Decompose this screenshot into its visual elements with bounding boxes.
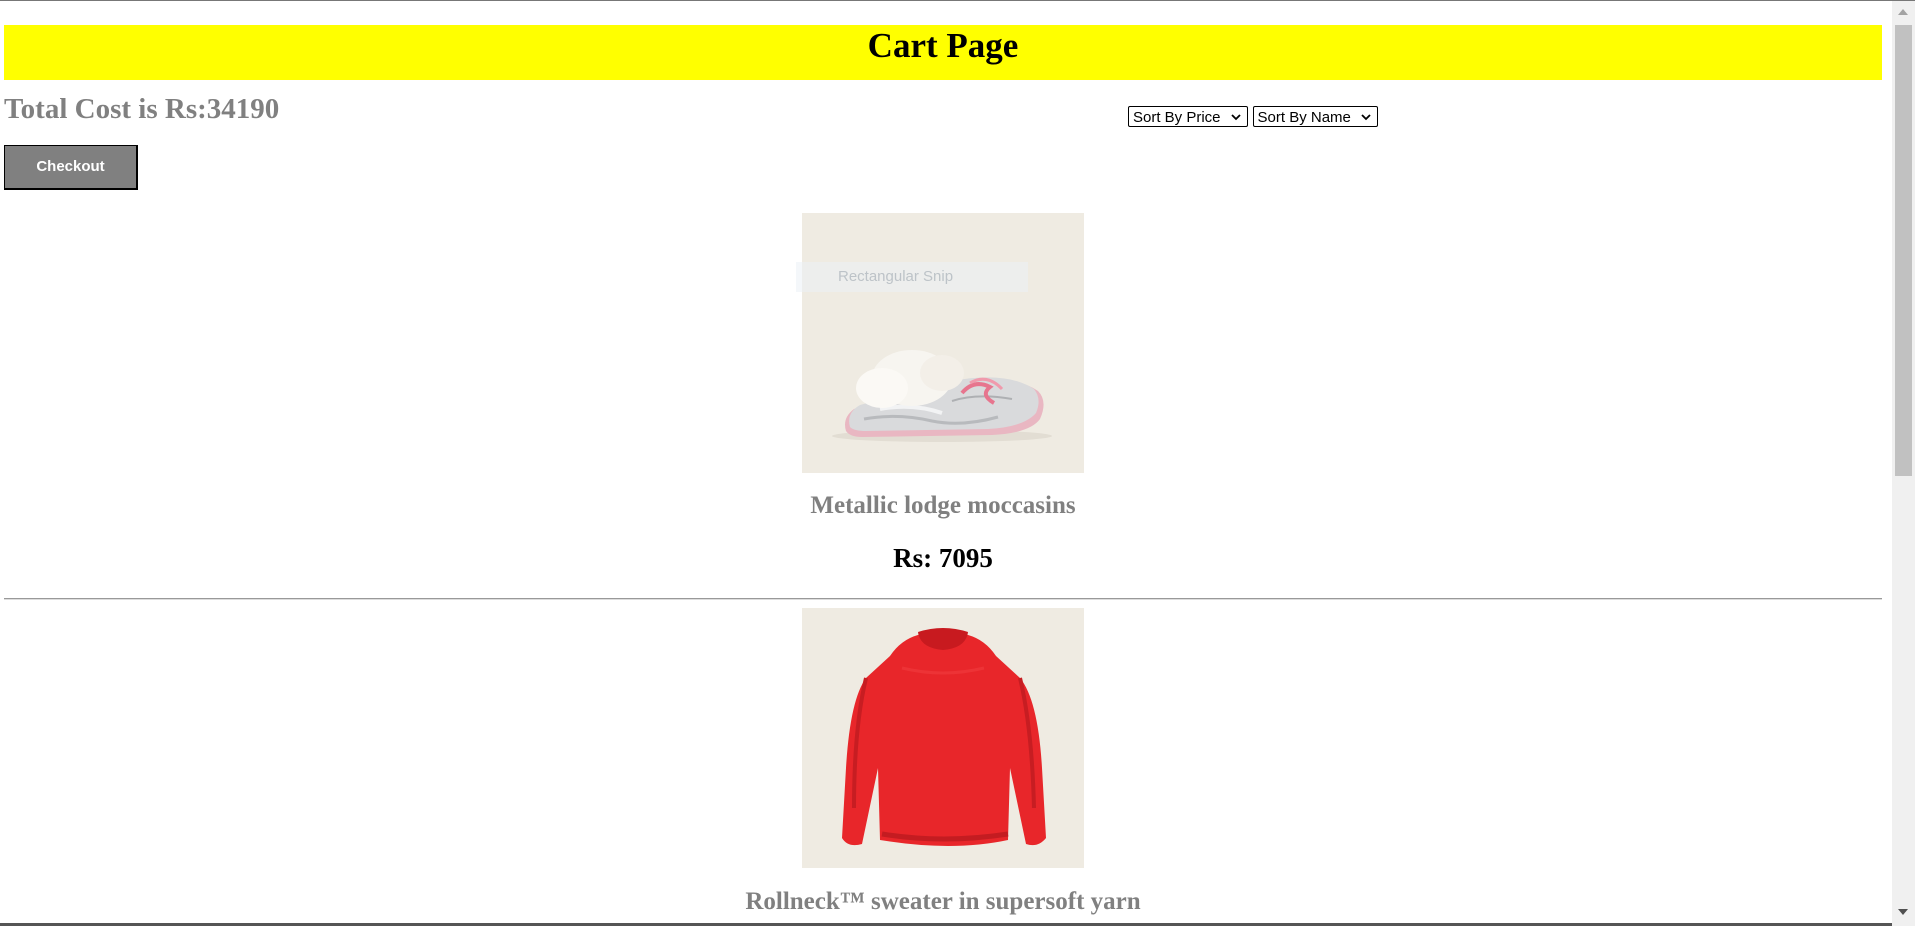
vertical-scrollbar[interactable] [1892,1,1915,926]
snip-tool-overlay: Rectangular Snip [796,262,1028,292]
scroll-down-arrow-icon[interactable] [1898,909,1908,915]
red-sweater-image [802,608,1084,868]
product-price: Rs: 7095 [893,543,993,573]
checkout-button[interactable]: Checkout [4,145,138,190]
product-name: Rollneck™ sweater in supersoft yarn [745,888,1141,915]
sort-by-price-label: Sort By Price [1133,109,1221,126]
scrollbar-thumb[interactable] [1895,25,1912,476]
chevron-down-icon [1230,114,1241,121]
scroll-up-arrow-icon[interactable] [1898,9,1908,15]
page-header: Cart Page [4,25,1882,80]
total-cost: Total Cost is Rs:34190 [4,93,280,125]
sort-by-name-label: Sort By Name [1257,109,1351,126]
sort-by-price-select[interactable]: Sort By Price [1128,106,1248,127]
item-divider [4,598,1882,600]
product-name: Metallic lodge moccasins [810,492,1076,519]
chevron-down-icon [1361,114,1371,121]
cart-page: Cart Page Total Cost is Rs:34190 Sort By… [4,0,1882,926]
sort-by-name-select[interactable]: Sort By Name [1252,106,1378,127]
page-title: Cart Page [867,26,1019,65]
sort-controls: Sort By Price Sort By Name [1128,106,1378,127]
moccasin-shoe-image [802,213,1084,473]
